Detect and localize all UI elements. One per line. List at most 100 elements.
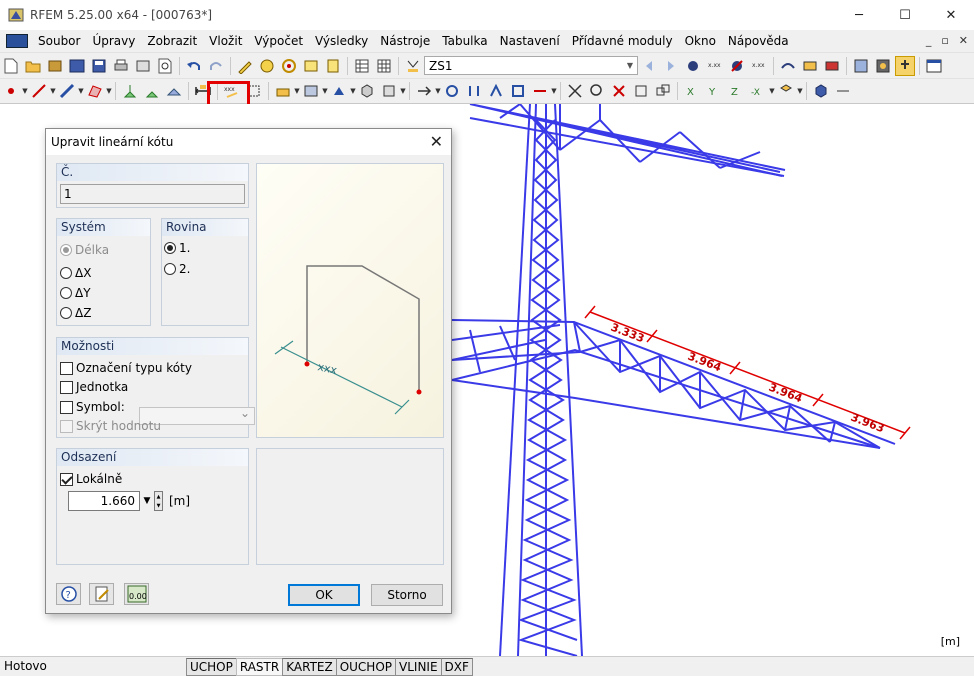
next-load-case-icon[interactable] bbox=[661, 56, 681, 76]
maximize-button[interactable]: ☐ bbox=[882, 0, 928, 30]
dialog-close-icon[interactable]: ✕ bbox=[430, 132, 443, 151]
menu-tabulka[interactable]: Tabulka bbox=[436, 30, 493, 52]
animation-icon[interactable] bbox=[778, 56, 798, 76]
menu-vypocet[interactable]: Výpočet bbox=[248, 30, 309, 52]
cancel-button[interactable]: Storno bbox=[371, 584, 443, 606]
surface-icon[interactable] bbox=[85, 81, 105, 101]
offset-local-checkbox[interactable]: Lokálně bbox=[60, 472, 122, 486]
result-colors-icon[interactable] bbox=[822, 56, 842, 76]
menu-soubor[interactable]: Soubor bbox=[32, 30, 86, 52]
view-x-icon[interactable]: X bbox=[682, 81, 702, 101]
plane-option-1[interactable]: 1. bbox=[164, 241, 190, 255]
isometric-view-icon[interactable] bbox=[776, 81, 796, 101]
document-icon[interactable] bbox=[6, 34, 28, 48]
line-icon[interactable] bbox=[29, 81, 49, 101]
print-icon[interactable] bbox=[111, 56, 131, 76]
mirror-icon[interactable] bbox=[464, 81, 484, 101]
rendering-icon[interactable] bbox=[873, 56, 893, 76]
divide-icon[interactable] bbox=[530, 81, 550, 101]
show-results-icon[interactable] bbox=[727, 56, 747, 76]
project-icon[interactable] bbox=[486, 81, 506, 101]
chevron-down-icon[interactable]: ▼ bbox=[22, 81, 28, 101]
pin-icon[interactable] bbox=[895, 55, 915, 76]
chevron-down-icon[interactable]: ▼ bbox=[435, 81, 441, 101]
menu-vysledky[interactable]: Výsledky bbox=[309, 30, 374, 52]
chevron-down-icon[interactable]: ▼ bbox=[106, 81, 112, 101]
status-button-vlinie[interactable]: VLINIE bbox=[395, 658, 442, 676]
display-settings-icon[interactable] bbox=[851, 56, 871, 76]
deformation-values-icon[interactable]: x.xx bbox=[749, 56, 769, 76]
load-icon[interactable] bbox=[273, 81, 293, 101]
view-minus-x-icon[interactable]: -X bbox=[748, 81, 768, 101]
load-case-select[interactable]: ZS1 ▼ bbox=[424, 56, 638, 75]
print-preview-icon[interactable] bbox=[155, 56, 175, 76]
mdi-restore-button[interactable]: ▫ bbox=[941, 30, 948, 52]
wireframe-icon[interactable] bbox=[811, 81, 831, 101]
menu-vlozit[interactable]: Vložit bbox=[203, 30, 248, 52]
number-field[interactable]: 1 bbox=[60, 184, 245, 204]
edit-notes-icon[interactable] bbox=[89, 583, 114, 605]
open-folder-icon[interactable] bbox=[23, 56, 43, 76]
clipboard-icon[interactable] bbox=[323, 56, 343, 76]
scale-icon[interactable] bbox=[508, 81, 528, 101]
chevron-down-icon[interactable]: ▼ bbox=[140, 491, 154, 511]
option-dimension-type[interactable]: Označení typu kóty bbox=[60, 361, 192, 375]
open-project-icon[interactable] bbox=[45, 56, 65, 76]
load-case-icon[interactable] bbox=[403, 56, 423, 76]
close-button[interactable]: ✕ bbox=[928, 0, 974, 30]
menu-nastaveni[interactable]: Nastavení bbox=[494, 30, 566, 52]
node-icon[interactable] bbox=[1, 81, 21, 101]
chevron-down-icon[interactable]: ▼ bbox=[78, 81, 84, 101]
plane-option-2[interactable]: 2. bbox=[164, 262, 190, 276]
edit-pencil-icon[interactable] bbox=[235, 56, 255, 76]
chevron-down-icon[interactable]: ▼ bbox=[50, 81, 56, 101]
status-button-ouchop[interactable]: OUCHOP bbox=[335, 658, 397, 676]
redo-icon[interactable] bbox=[206, 56, 226, 76]
offset-value-field[interactable]: 1.660 bbox=[68, 491, 140, 511]
support-icon[interactable] bbox=[120, 81, 140, 101]
solid-icon[interactable] bbox=[357, 81, 377, 101]
help-icon[interactable]: ? bbox=[56, 583, 81, 605]
menu-napoveda[interactable]: Nápověda bbox=[722, 30, 795, 52]
chevron-down-icon[interactable]: ▼ bbox=[322, 81, 328, 101]
table-grid-icon[interactable] bbox=[374, 56, 394, 76]
member-icon[interactable] bbox=[57, 81, 77, 101]
previous-load-case-icon[interactable] bbox=[639, 56, 659, 76]
option-symbol[interactable]: Symbol: bbox=[60, 400, 125, 414]
status-button-kartez[interactable]: KARTEZ bbox=[282, 658, 337, 676]
minimize-button[interactable]: ─ bbox=[836, 0, 882, 30]
zoom-find-icon[interactable] bbox=[587, 81, 607, 101]
find-icon[interactable] bbox=[279, 56, 299, 76]
move-copy-icon[interactable] bbox=[414, 81, 434, 101]
menu-nastroje[interactable]: Nástroje bbox=[374, 30, 436, 52]
result-values-icon[interactable]: x.xx bbox=[705, 56, 725, 76]
status-button-uchop[interactable]: UCHOP bbox=[186, 658, 237, 676]
menu-pridavne-moduly[interactable]: Přídavné moduly bbox=[566, 30, 679, 52]
surface-load-icon[interactable] bbox=[329, 81, 349, 101]
view-y-icon[interactable]: Y bbox=[704, 81, 724, 101]
boxes-icon[interactable] bbox=[653, 81, 673, 101]
menu-upravy[interactable]: Úpravy bbox=[86, 30, 141, 52]
mdi-close-button[interactable]: ✕ bbox=[959, 30, 968, 52]
table-icon[interactable] bbox=[352, 56, 372, 76]
chevron-down-icon[interactable]: ▼ bbox=[294, 81, 300, 101]
save-icon[interactable] bbox=[89, 56, 109, 76]
check-model-icon[interactable] bbox=[631, 81, 651, 101]
result-diagram-icon[interactable] bbox=[800, 56, 820, 76]
system-option-dz[interactable]: ΔZ bbox=[60, 306, 91, 320]
system-option-dy[interactable]: ΔY bbox=[60, 286, 91, 300]
undo-icon[interactable] bbox=[184, 56, 204, 76]
member-load-icon[interactable] bbox=[301, 81, 321, 101]
mdi-minimize-button[interactable]: _ bbox=[926, 30, 932, 52]
chevron-down-icon[interactable]: ▼ bbox=[551, 81, 557, 101]
new-file-icon[interactable] bbox=[1, 56, 21, 76]
chevron-down-icon[interactable]: ▼ bbox=[797, 81, 803, 101]
menu-okno[interactable]: Okno bbox=[679, 30, 722, 52]
system-option-dx[interactable]: ΔX bbox=[60, 266, 91, 280]
printout-report-icon[interactable] bbox=[133, 56, 153, 76]
offset-stepper[interactable]: ▲ ▼ bbox=[154, 491, 163, 511]
chevron-down-icon[interactable]: ▼ bbox=[400, 81, 406, 101]
window-icon[interactable] bbox=[924, 56, 944, 76]
option-unit[interactable]: Jednotka bbox=[60, 380, 128, 394]
option-hide-value[interactable]: Skrýt hodnotu bbox=[60, 419, 161, 433]
